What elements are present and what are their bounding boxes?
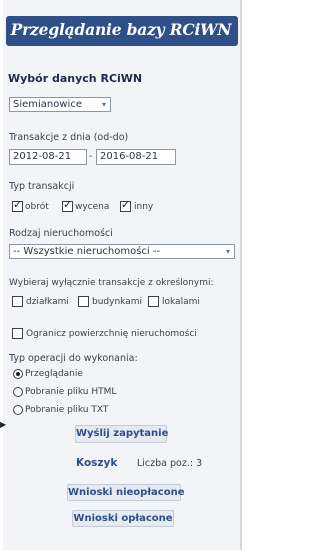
date-to-input[interactable]: 2016-08-21 — [96, 149, 176, 165]
radio-przegladanie[interactable] — [13, 369, 23, 379]
radio-txt[interactable] — [13, 405, 23, 415]
checkbox-budynkami[interactable] — [78, 296, 89, 307]
property-type-value: -- Wszystkie nieruchomości -- — [13, 246, 161, 257]
checkbox-obrot[interactable]: ✓ — [12, 198, 23, 212]
operation-type-label: Typ operacji do wykonania: — [9, 353, 138, 364]
checkbox-budynkami-label: budynkami — [92, 297, 142, 307]
radio-html-label: Pobranie pliku HTML — [25, 387, 117, 397]
radio-html[interactable] — [13, 387, 23, 397]
date-range-separator: - — [89, 151, 93, 162]
checkbox-dzialkami[interactable] — [12, 296, 23, 307]
property-type-label: Rodzaj nieruchomości — [9, 228, 113, 239]
checkbox-inny[interactable]: ✓ — [120, 198, 131, 212]
checkbox-wycena-label: wycena — [75, 202, 110, 212]
checkbox-obrot-label: obrót — [25, 202, 49, 212]
check-icon: ✓ — [63, 198, 73, 211]
date-range-label: Transakcje z dnia (od-do) — [9, 132, 129, 143]
radio-txt-label: Pobranie pliku TXT — [25, 405, 109, 415]
property-type-select[interactable]: -- Wszystkie nieruchomości -- ▾ — [9, 244, 235, 259]
check-icon: ✓ — [121, 198, 131, 211]
checkbox-limit-area-label: Ogranicz powierzchnię nieruchomości — [26, 329, 197, 339]
page-title: Przeglądanie bazy RCiWN — [10, 20, 232, 39]
paid-applications-button[interactable]: Wnioski opłacone — [72, 510, 174, 527]
chevron-down-icon: ▾ — [101, 100, 106, 109]
checkbox-inny-label: inny — [134, 202, 154, 212]
unpaid-applications-button[interactable]: Wnioski nieopłacone — [67, 484, 184, 501]
submit-button[interactable]: Wyślij zapytanie — [75, 425, 168, 443]
checkbox-limit-area[interactable] — [12, 328, 23, 339]
checkbox-wycena[interactable]: ✓ — [62, 198, 73, 212]
radio-przegladanie-label: Przeglądanie — [25, 369, 83, 379]
chevron-down-icon: ▾ — [225, 247, 230, 256]
municipality-value: Siemianowice — [13, 99, 82, 110]
basket-link[interactable]: Koszyk — [76, 457, 117, 469]
date-from-input[interactable]: 2012-08-21 — [9, 149, 87, 165]
check-icon: ✓ — [13, 198, 23, 211]
checkbox-dzialkami-label: działkami — [26, 297, 69, 307]
cursor-icon: ▶ — [0, 420, 7, 429]
checkbox-lokalami-label: lokalami — [162, 297, 200, 307]
section-title: Wybór danych RCiWN — [8, 72, 143, 85]
transaction-type-label: Typ transakcji — [9, 181, 75, 192]
radio-selected-dot — [16, 372, 20, 376]
checkbox-lokalami[interactable] — [148, 296, 159, 307]
municipality-select[interactable]: Siemianowice ▾ — [9, 97, 111, 112]
basket-count: Liczba poz.: 3 — [137, 458, 203, 469]
exclusive-label: Wybieraj wyłącznie transakcje z określon… — [9, 278, 214, 288]
